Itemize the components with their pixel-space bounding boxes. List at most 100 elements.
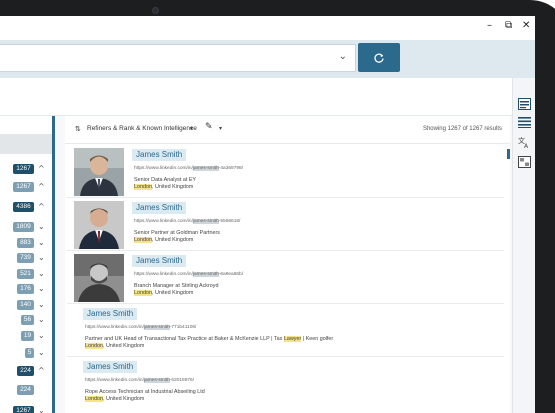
sub-header [0,78,512,116]
result-card[interactable]: James Smith https://www.linkedin.com/in/… [67,304,504,357]
url-prefix: https://www.linkedin.com/in/ [134,219,193,224]
svg-text:A: A [524,143,529,148]
result-headline: Partner and UK Head of Transactional Tax… [85,336,333,343]
location-country: , United Kingdom [152,184,194,190]
facet-row[interactable]: 140 ⌄ [0,300,52,312]
result-name[interactable]: James Smith [83,361,138,373]
facet-row[interactable]: 176 ⌄ [0,284,52,296]
facet-count-badge: 883 [17,238,34,248]
facet-count-badge: 1267 [13,182,34,192]
minimize-button[interactable]: – [487,20,492,31]
chevron-down-icon[interactable]: ⌄ [38,348,45,358]
result-name[interactable]: James Smith [83,308,138,320]
chevron-down-icon[interactable]: ▾ [190,125,193,132]
headline-tail: | Keen golfer [301,336,334,342]
result-card[interactable]: James Smith https://www.linkedin.com/in/… [67,251,504,304]
location-country: , United Kingdom [103,343,145,349]
facet-row[interactable]: 521 ⌄ [0,269,52,281]
grid-icon[interactable] [518,156,531,168]
facet-row[interactable]: 1267 ⌄ [0,406,52,413]
location-city: London [85,396,103,402]
list-icon[interactable] [518,116,531,128]
pen-icon[interactable]: ✎ [205,122,213,132]
facet-row[interactable]: 1267 ^ [0,182,52,194]
url-suffix: -4a369798/ [218,166,244,171]
facet-row[interactable]: 4386 ^ [0,202,52,214]
chevron-down-icon[interactable]: ⌄ [38,315,45,325]
result-url[interactable]: https://www.linkedin.com/in/james-smith-… [134,166,243,171]
facet-row[interactable]: 19 ⌄ [0,331,52,343]
location-city: London [134,184,152,190]
chevron-down-icon[interactable]: ⌄ [38,406,45,413]
chevron-down-icon[interactable]: ▾ [219,125,222,132]
search-input[interactable]: ⌄ [0,44,356,72]
url-match: james-smith [192,272,219,277]
result-card[interactable]: James Smith https://www.linkedin.com/in/… [67,357,504,413]
result-url[interactable]: https://www.linkedin.com/in/james-smith-… [134,272,243,277]
facet-count-badge: 19 [21,331,34,341]
facet-row[interactable]: 1809 ⌄ [0,222,52,234]
result-url[interactable]: https://www.linkedin.com/in/james-smith-… [85,325,196,330]
chevron-down-icon[interactable]: ⌄ [38,300,45,310]
url-match: james-smith [192,219,219,224]
facet-row[interactable]: 739 ⌄ [0,253,52,265]
profile-photo [74,201,124,249]
chevron-up-icon[interactable]: ^ [38,202,45,212]
chevron-down-icon[interactable]: ⌄ [38,269,45,279]
facet-count-badge: 1267 [13,164,34,174]
result-name[interactable]: James Smith [132,255,187,267]
url-prefix: https://www.linkedin.com/in/ [134,272,193,277]
location-city: London [134,290,152,296]
result-headline: Senior Partner at Goldman Partners [134,230,220,236]
chevron-down-icon[interactable]: ⌄ [38,253,45,263]
chevron-down-icon[interactable]: ⌄ [38,331,45,341]
restore-button[interactable]: ⧉ [505,20,512,31]
panel-icon[interactable] [518,98,531,110]
facet-count-badge: 5 [25,348,34,358]
result-name[interactable]: James Smith [132,149,187,161]
url-match: james-smith [143,325,170,330]
search-go-button[interactable] [358,43,400,72]
result-url[interactable]: https://www.linkedin.com/in/james-smith-… [85,378,194,383]
headline-text: Partner and UK Head of Transactional Tax… [85,336,284,342]
results-list: James Smith https://www.linkedin.com/in/… [65,145,510,413]
refiners-dropdown[interactable]: Refiners & Rank & Known Intelligence [87,125,197,132]
facet-row[interactable]: 883 ⌄ [0,238,52,250]
chevron-up-icon[interactable]: ^ [38,366,45,376]
chevron-down-icon[interactable]: ⌄ [38,284,45,294]
chevron-up-icon[interactable]: ^ [38,182,45,192]
right-rail: 文 A [512,78,535,413]
close-button[interactable]: ✕ [522,20,530,31]
chevron-up-icon[interactable]: ^ [38,164,45,174]
url-suffix: -63018976/ [169,378,195,383]
url-prefix: https://www.linkedin.com/in/ [134,166,193,171]
chevron-down-icon[interactable]: ⌄ [38,222,45,232]
profile-photo [74,148,124,196]
results-panel: ⇅ Refiners & Rank & Known Intelligence ▾… [65,116,510,413]
result-url[interactable]: https://www.linkedin.com/in/james-smith-… [134,219,240,224]
facet-panel-header [0,134,52,154]
result-card[interactable]: James Smith https://www.linkedin.com/in/… [67,145,504,198]
facet-count-badge: 739 [17,253,34,263]
chevron-down-icon[interactable]: ⌄ [38,238,45,248]
search-bar: ⌄ [0,40,535,78]
facet-row[interactable]: 5 ⌄ [0,348,52,360]
result-name[interactable]: James Smith [132,202,187,214]
facet-row[interactable]: 224 ^ [0,366,52,378]
translate-icon[interactable]: 文 A [518,136,531,148]
profile-photo [74,254,124,302]
results-count: Showing 1267 of 1267 results [422,126,502,132]
facet-count-badge: 176 [17,284,34,294]
url-match: james-smith [143,378,170,383]
facet-row[interactable]: 1267 ^ [0,164,52,176]
facet-row[interactable]: 56 ⌄ [0,315,52,327]
sort-icon[interactable]: ⇅ [75,125,81,133]
location-country: , United Kingdom [152,290,194,296]
result-card[interactable]: James Smith https://www.linkedin.com/in/… [67,198,504,251]
url-match: james-smith [192,166,219,171]
location-city: London [134,237,152,243]
facet-row[interactable]: 224 [0,385,52,397]
location-country: , United Kingdom [152,237,194,243]
chevron-down-icon[interactable]: ⌄ [339,51,347,62]
result-headline: Senior Data Analyst at EY [134,177,197,183]
